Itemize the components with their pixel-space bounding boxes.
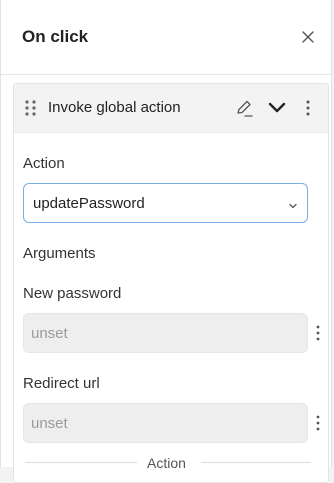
new-password-label: New password [23,285,122,302]
new-password-field[interactable]: unset [23,313,308,353]
redirect-url-field[interactable]: unset [23,403,308,443]
divider-line-right [201,462,311,463]
action-card: Invoke global action Action updatePasswo… [13,83,329,483]
action-label: Action [23,155,65,172]
panel-title: On click [22,27,89,46]
redirect-url-label: Redirect url [23,375,100,392]
close-icon[interactable] [299,28,317,46]
action-card-title: Invoke global action [48,99,181,116]
action-card-header: Invoke global action [14,84,328,133]
panel-header: On click [1,0,331,75]
drag-handle-icon[interactable] [24,99,38,117]
on-click-panel: On click Invoke global action Action upd… [0,0,332,483]
chevron-down-icon[interactable] [267,99,287,117]
more-vertical-icon[interactable] [314,414,322,432]
divider-line-left [25,462,137,463]
action-select-value: updatePassword [33,195,145,212]
edit-icon[interactable] [234,98,254,118]
new-password-placeholder: unset [31,325,68,342]
action-section-divider: Action [1,455,333,482]
redirect-url-placeholder: unset [31,415,68,432]
action-select[interactable]: updatePassword [23,183,308,223]
action-section-label: Action [147,455,186,471]
chevron-down-icon [288,198,298,209]
arguments-label: Arguments [23,245,96,262]
more-vertical-icon[interactable] [314,324,322,342]
more-vertical-icon[interactable] [302,98,314,118]
